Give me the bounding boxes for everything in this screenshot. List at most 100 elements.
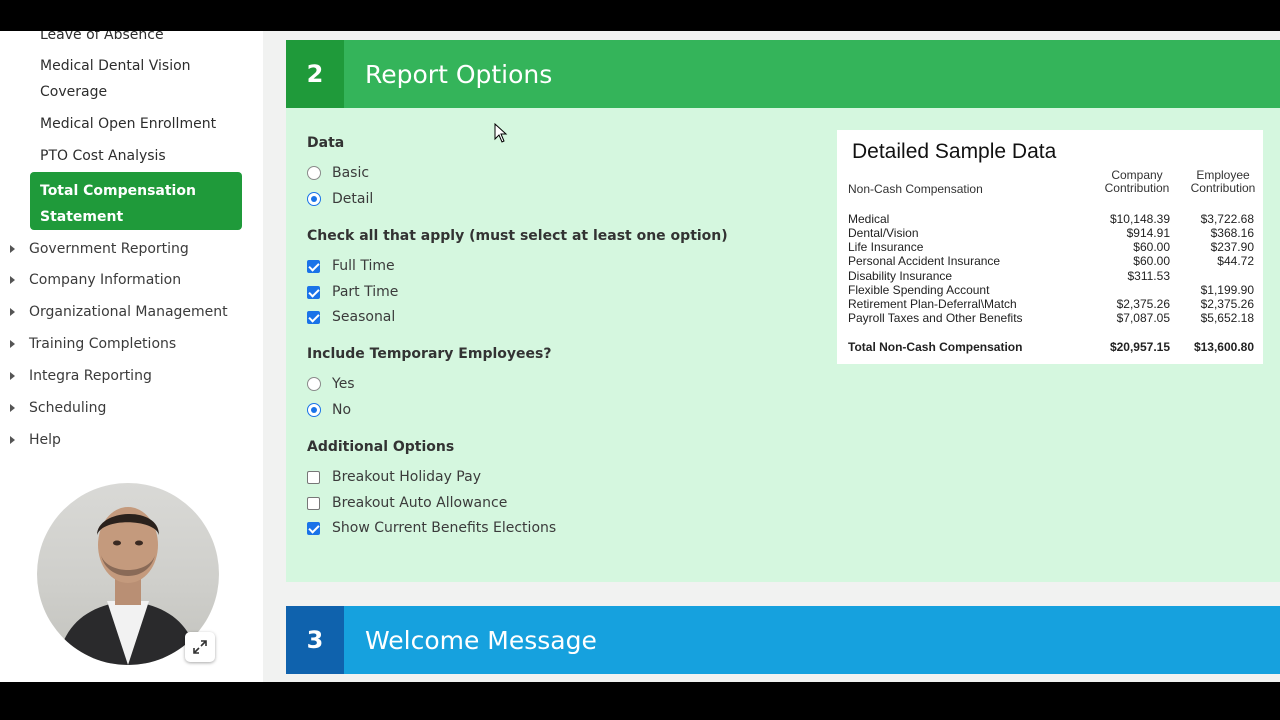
checkbox-breakout-auto-allowance[interactable]: Breakout Auto Allowance: [307, 495, 507, 511]
table-row: Medical $10,148.39 $3,722.68: [848, 212, 1258, 226]
caret-right-icon: [10, 436, 15, 444]
header-line: Employee: [1196, 168, 1250, 182]
radio-button[interactable]: [307, 166, 321, 180]
sidebar-item-label: Organizational Management: [29, 304, 228, 320]
sidebar-item-label: Coverage: [40, 84, 108, 100]
caret-right-icon: [10, 276, 15, 284]
sidebar-item-medical-dental-vision[interactable]: Medical Dental Vision Coverage: [40, 53, 191, 105]
expand-icon: [193, 640, 207, 654]
company-contribution-header: Company Contribution: [1099, 169, 1175, 195]
table-row: Disability Insurance $311.53: [848, 269, 1258, 283]
option-label: Show Current Benefits Elections: [332, 520, 557, 536]
row-company: $10,148.39: [1109, 212, 1170, 226]
checkbox[interactable]: [307, 470, 320, 484]
row-employee: $368.16: [1210, 226, 1254, 240]
sidebar-item-organizational-management[interactable]: Organizational Management: [10, 304, 228, 320]
row-name: Life Insurance: [848, 240, 924, 254]
row-name: Disability Insurance: [848, 269, 953, 283]
row-company: $60.00: [1133, 254, 1170, 268]
checkbox-checked[interactable]: [307, 521, 320, 535]
row-name: Retirement Plan-Deferral\Match: [848, 297, 1017, 311]
data-label: Data: [307, 135, 345, 151]
option-label: Seasonal: [332, 309, 396, 325]
option-label: Breakout Holiday Pay: [332, 469, 481, 485]
sidebar-item-scheduling[interactable]: Scheduling: [10, 400, 106, 416]
checkbox-breakout-holiday-pay[interactable]: Breakout Holiday Pay: [307, 469, 481, 485]
row-name: Flexible Spending Account: [848, 283, 990, 297]
sidebar-item-training-completions[interactable]: Training Completions: [10, 336, 176, 352]
radio-no[interactable]: No: [307, 402, 351, 418]
table-row: Retirement Plan-Deferral\Match $2,375.26 $…: [848, 297, 1258, 311]
row-name: Total Non-Cash Compensation: [848, 340, 1023, 354]
sidebar-item-help[interactable]: Help: [10, 432, 61, 448]
mouse-cursor-icon: [494, 123, 508, 143]
caret-right-icon: [10, 372, 15, 380]
sidebar-item-integra-reporting[interactable]: Integra Reporting: [10, 368, 152, 384]
radio-button-selected[interactable]: [307, 192, 321, 206]
option-label: Detail: [332, 191, 374, 207]
sidebar-item-label: Training Completions: [29, 336, 177, 352]
row-company: $60.00: [1133, 240, 1170, 254]
checkbox-checked[interactable]: [307, 285, 320, 299]
table-row-total: Total Non-Cash Compensation $20,957.15 $13…: [848, 340, 1258, 354]
sidebar-item-total-compensation-statement[interactable]: Total Compensation Statement: [30, 172, 242, 230]
row-company: $311.53: [1127, 269, 1171, 283]
section-number: 3: [286, 606, 344, 674]
checkbox-seasonal[interactable]: Seasonal: [307, 309, 395, 325]
sample-data-title: Detailed Sample Data: [852, 140, 1057, 163]
checkbox-full-time[interactable]: Full Time: [307, 258, 395, 274]
sidebar-item-label: Government Reporting: [29, 241, 189, 257]
additional-options-label: Additional Options: [307, 439, 455, 455]
radio-yes[interactable]: Yes: [307, 376, 355, 392]
expand-video-button[interactable]: [185, 632, 215, 662]
radio-button[interactable]: [307, 377, 321, 391]
row-company: $7,087.05: [1116, 311, 1170, 325]
header-line: Company: [1111, 168, 1163, 182]
header-line: Contribution: [1190, 181, 1256, 195]
sidebar-item-label: Medical Dental Vision: [40, 58, 191, 74]
checkbox-checked[interactable]: [307, 259, 320, 273]
checkbox-part-time[interactable]: Part Time: [307, 284, 398, 300]
option-label: Breakout Auto Allowance: [332, 495, 508, 511]
sidebar-item-label: Integra Reporting: [29, 368, 152, 384]
section-number: 2: [286, 40, 344, 108]
row-employee: $1,199.90: [1200, 283, 1254, 297]
table-row: Personal Accident Insurance $60.00 $44.72: [848, 254, 1258, 268]
sidebar-item-government-reporting[interactable]: Government Reporting: [10, 241, 189, 257]
radio-basic[interactable]: Basic: [307, 165, 369, 181]
sidebar-item-label: Statement: [40, 209, 124, 225]
header-line: Contribution: [1104, 181, 1170, 195]
checkbox[interactable]: [307, 496, 320, 510]
sample-data-card: Detailed Sample Data Company Contributio…: [837, 130, 1263, 364]
option-label: Full Time: [332, 258, 395, 274]
radio-detail[interactable]: Detail: [307, 191, 373, 207]
row-company: $914.91: [1126, 226, 1170, 240]
row-name: Personal Accident Insurance: [848, 254, 1001, 268]
category-label: Non-Cash Compensation: [848, 182, 983, 196]
sidebar-item-pto-cost-analysis[interactable]: PTO Cost Analysis: [40, 143, 166, 169]
row-name: Dental/Vision: [848, 226, 919, 240]
section-title: Welcome Message: [365, 625, 597, 655]
app-viewport: Leave of Absence Medical Dental Vision C…: [0, 31, 1280, 682]
sidebar-item-leave-of-absence[interactable]: Leave of Absence: [40, 31, 164, 48]
table-row: Life Insurance $60.00 $237.90: [848, 240, 1258, 254]
option-label: Yes: [332, 376, 355, 392]
table-row: Payroll Taxes and Other Benefits $7,087.0…: [848, 311, 1258, 325]
sidebar-item-label: Company Information: [29, 272, 182, 288]
section-welcome-message-header[interactable]: 3 Welcome Message: [286, 606, 1280, 674]
option-label: Basic: [332, 165, 370, 181]
row-employee: $237.90: [1210, 240, 1254, 254]
caret-right-icon: [10, 308, 15, 316]
checkbox-show-current-benefits[interactable]: Show Current Benefits Elections: [307, 520, 556, 536]
report-options-panel: Data Basic Detail Check all that apply (…: [286, 108, 1280, 582]
sidebar-item-medical-open-enrollment[interactable]: Medical Open Enrollment: [40, 111, 216, 137]
section-title: Report Options: [365, 59, 553, 89]
section-report-options-header[interactable]: 2 Report Options: [286, 40, 1280, 108]
sidebar-item-company-information[interactable]: Company Information: [10, 272, 181, 288]
sidebar-item-label: Scheduling: [29, 400, 107, 416]
row-employee: $3,722.68: [1200, 212, 1254, 226]
checkbox-checked[interactable]: [307, 310, 320, 324]
radio-button-selected[interactable]: [307, 403, 321, 417]
option-label: No: [332, 402, 352, 418]
check-all-label: Check all that apply (must select at lea…: [307, 228, 728, 244]
